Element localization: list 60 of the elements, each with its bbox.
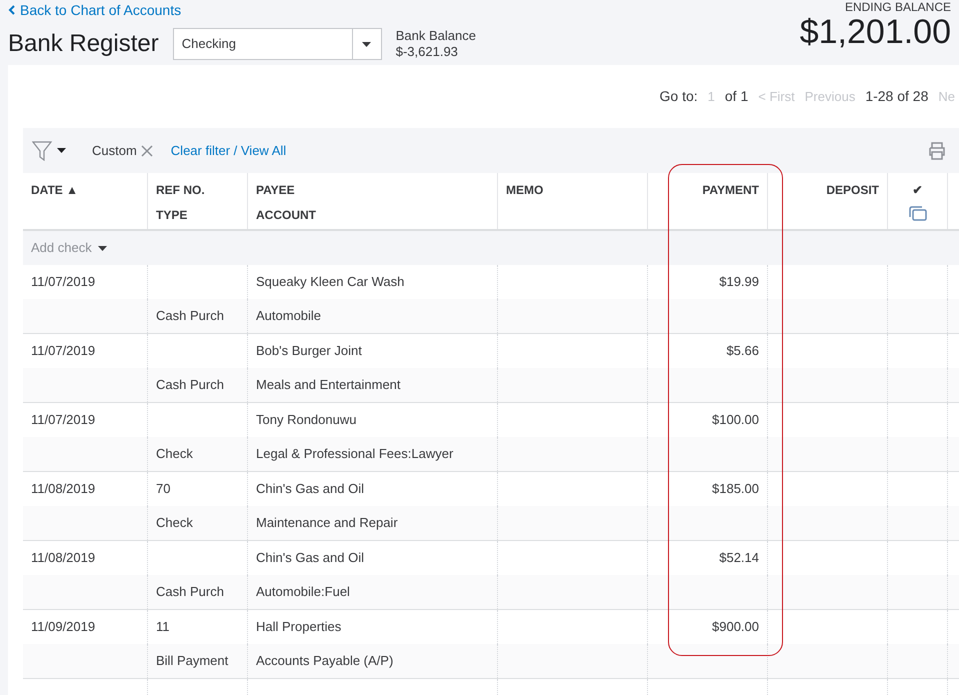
table-cell-text: $19.99 xyxy=(719,273,759,292)
table-cell-text: Bill Payment xyxy=(156,652,228,670)
table-cell-text: Bob's Burger Joint xyxy=(256,342,362,360)
table-cell-text: 11/08/2019 xyxy=(31,549,96,568)
page-count: of 1 xyxy=(724,87,748,106)
column-header[interactable]: DEPOSIT xyxy=(826,181,879,198)
bank-balance-label: Bank Balance xyxy=(396,28,476,44)
column-header[interactable]: ACCOUNT xyxy=(256,206,316,223)
filter-label: Custom xyxy=(92,142,137,160)
close-icon[interactable] xyxy=(140,144,153,156)
table-cell-text: Maintenance and Repair xyxy=(256,514,398,532)
table-cell-text: Chin's Gas and Oil xyxy=(256,549,364,568)
table-cell-text: 11 xyxy=(156,618,170,636)
column-header[interactable]: PAYEE xyxy=(256,181,295,198)
table-cell-text: $900.00 xyxy=(712,618,759,636)
bank-balance-value: $-3,621.93 xyxy=(396,44,459,60)
table-cell-text: $5.66 xyxy=(726,342,759,360)
goto-label: Go to: xyxy=(660,87,698,106)
column-header[interactable]: MEMO xyxy=(506,181,544,198)
table-cell-text: 11/07/2019 xyxy=(31,273,96,292)
table-cell-text: $185.00 xyxy=(712,480,759,498)
ending-balance-label: ENDING BALANCE xyxy=(844,0,951,14)
table-cell-text: Automobile:Fuel xyxy=(256,583,350,602)
back-link[interactable]: Back to Chart of Accounts xyxy=(8,0,476,20)
column-header[interactable]: PAYMENT xyxy=(702,181,759,198)
table-cell-text: $100.00 xyxy=(712,411,759,430)
table-cell-text: Tony Rondonuwu xyxy=(256,411,356,430)
table-cell-text: Squeaky Kleen Car Wash xyxy=(256,273,404,292)
table-cell-text: Cash Purch xyxy=(156,307,224,326)
column-header[interactable]: REF NO. xyxy=(156,181,205,198)
page-title: Bank Register xyxy=(8,30,159,58)
table-cell-text: Legal & Professional Fees:Lawyer xyxy=(256,445,454,464)
column-header[interactable]: DATE ▲ xyxy=(31,181,78,198)
table-cell-text: 11/07/2019 xyxy=(31,411,96,430)
table-cell-text: 70 xyxy=(156,480,170,498)
table-cell-text: 11/09/2019 xyxy=(31,618,96,636)
table-cell-text: 11/07/2019 xyxy=(31,342,96,360)
table-cell-text: $52.14 xyxy=(719,549,759,568)
chevron-left-icon xyxy=(8,5,16,15)
table-cell-text: Chin's Gas and Oil xyxy=(256,480,364,498)
copy-icon xyxy=(908,206,926,221)
table-cell-text: Meals and Entertainment xyxy=(256,376,401,394)
column-header[interactable]: ✔ xyxy=(912,181,922,198)
table-cell-text: Check xyxy=(156,514,193,532)
caret-down-icon xyxy=(362,42,372,46)
clear-filter-link[interactable]: Clear filter / View All xyxy=(170,140,286,160)
print-icon[interactable] xyxy=(927,140,947,160)
ending-balance-value: $1,201.00 xyxy=(800,14,951,50)
filter-icon[interactable] xyxy=(32,140,66,160)
table-cell-text: Accounts Payable (A/P) xyxy=(256,652,394,670)
column-header[interactable]: TYPE xyxy=(156,206,188,223)
table-cell-text: Cash Purch xyxy=(156,376,224,394)
table-cell-text: Hall Properties xyxy=(256,618,342,636)
account-select[interactable]: Checking xyxy=(172,28,382,60)
table-cell-text: Check xyxy=(156,445,193,464)
table-cell-text: 11/08/2019 xyxy=(31,480,96,498)
record-range: 1-28 of 28 xyxy=(865,87,928,106)
table-cell-text: Cash Purch xyxy=(156,583,224,602)
table-cell-text: Automobile xyxy=(256,307,322,326)
caret-down-icon xyxy=(98,246,107,250)
